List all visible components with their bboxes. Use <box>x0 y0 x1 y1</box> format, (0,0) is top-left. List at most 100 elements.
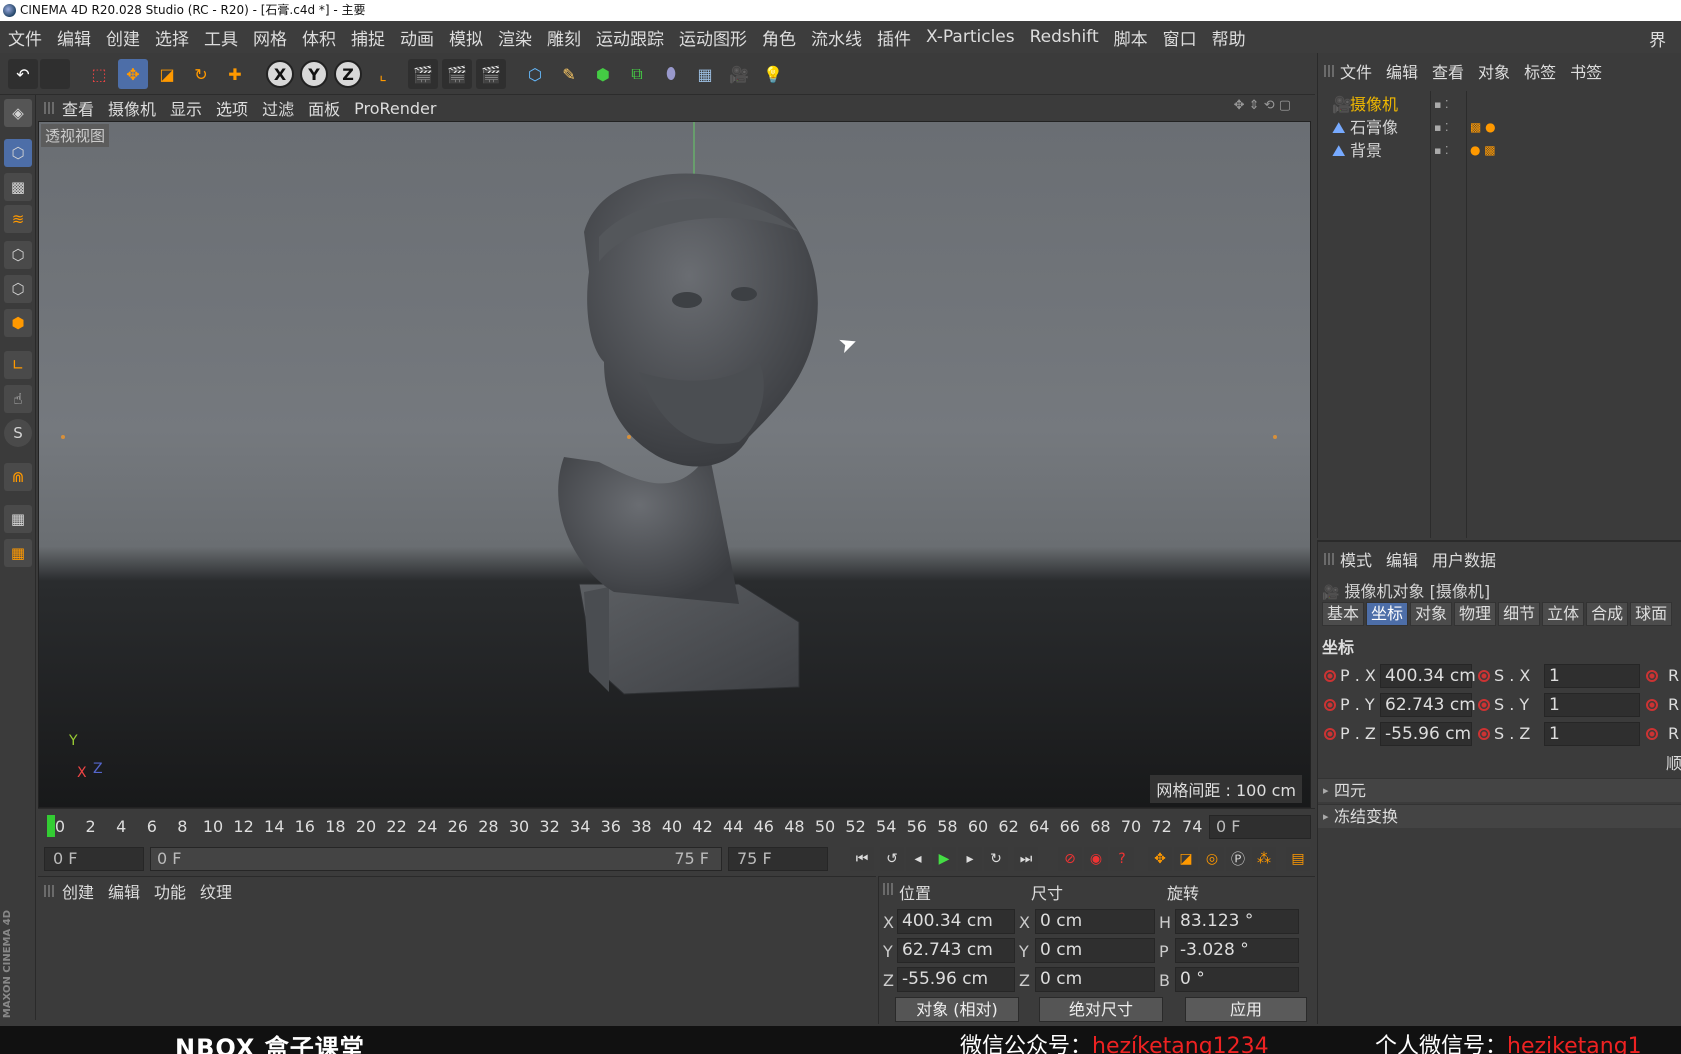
material-menu-edit[interactable]: 编辑 <box>108 879 140 903</box>
size-z-field[interactable]: 0 cm <box>1035 967 1155 992</box>
menu-file[interactable]: 文件 <box>8 25 42 50</box>
pos-x-field[interactable]: 400.34 cm <box>897 909 1015 934</box>
animate-record-icon[interactable] <box>1478 699 1490 711</box>
array-mograph-icon[interactable]: ⧉ <box>622 59 652 89</box>
rot-b-field[interactable]: 0 ° <box>1175 967 1299 992</box>
end-frame-field[interactable]: 75 F <box>728 847 828 871</box>
autokeying-icon[interactable]: ◉ <box>1084 847 1108 871</box>
snap-magnet-icon[interactable]: ⋒ <box>4 463 32 491</box>
animate-record-icon[interactable] <box>1324 699 1336 711</box>
am-menu-mode[interactable]: 模式 <box>1340 547 1372 571</box>
collapse-freeze-transform[interactable]: 冻结变换 <box>1318 804 1681 829</box>
om-menu-bookmarks[interactable]: 书签 <box>1570 59 1602 83</box>
record-scale-icon[interactable]: ◪ <box>1174 847 1198 871</box>
object-row-plaster-bust[interactable]: ⛰ 石膏像 ▪ ⁚ ▩ ● <box>1318 116 1681 139</box>
animate-record-icon[interactable] <box>1478 670 1490 682</box>
param-scale-y-field[interactable]: 1 <box>1544 693 1640 717</box>
viewport-menu-prorender[interactable]: ProRender <box>354 99 436 118</box>
play-icon[interactable]: ▶ <box>932 847 956 871</box>
perspective-viewport[interactable]: 透视视图 ➤ Y X Z 网格间距 : 100 cm <box>38 121 1311 808</box>
coordinate-system-icon[interactable]: ⌞ <box>368 59 398 89</box>
light-icon[interactable]: 💡 <box>758 59 788 89</box>
animate-record-icon[interactable] <box>1324 670 1336 682</box>
workplane-lock-icon[interactable]: ▦ <box>4 505 32 533</box>
panel-grip-icon[interactable] <box>44 885 54 897</box>
deformer-icon[interactable]: ⬮ <box>656 59 686 89</box>
tab-coordinates[interactable]: 坐标 <box>1366 602 1409 626</box>
current-frame-field[interactable]: 0 F <box>1209 815 1311 839</box>
om-menu-file[interactable]: 文件 <box>1340 59 1372 83</box>
om-menu-edit[interactable]: 编辑 <box>1386 59 1418 83</box>
planar-workplane-icon[interactable]: ▦ <box>4 539 32 567</box>
rot-p-field[interactable]: -3.028 ° <box>1175 938 1299 963</box>
menu-animate[interactable]: 动画 <box>400 25 434 50</box>
viewport-menu-cameras[interactable]: 摄像机 <box>108 96 156 120</box>
render-picture-viewer-icon[interactable]: 🎬 <box>442 59 472 89</box>
viewport-menu-view[interactable]: 查看 <box>62 96 94 120</box>
record-parameter-icon[interactable]: Ⓟ <box>1226 847 1250 871</box>
param-pos-z-field[interactable]: -55.96 cm <box>1380 722 1472 746</box>
menu-edit[interactable]: 编辑 <box>57 25 91 50</box>
param-scale-z-field[interactable]: 1 <box>1544 722 1640 746</box>
material-tag-icon[interactable]: ● ▩ <box>1470 139 1496 162</box>
menu-window[interactable]: 窗口 <box>1163 25 1197 50</box>
timeline-window-icon[interactable]: ▤ <box>1286 847 1310 871</box>
animate-record-icon[interactable] <box>1478 728 1490 740</box>
menu-render[interactable]: 渲染 <box>498 25 532 50</box>
menu-sculpt[interactable]: 雕刻 <box>547 25 581 50</box>
menu-snap[interactable]: 捕捉 <box>351 25 385 50</box>
om-menu-view[interactable]: 查看 <box>1432 59 1464 83</box>
move-icon[interactable]: ✥ <box>118 59 148 89</box>
tab-physical[interactable]: 物理 <box>1454 602 1497 626</box>
material-menu-create[interactable]: 创建 <box>62 879 94 903</box>
menu-mograph[interactable]: 运动图形 <box>679 25 747 50</box>
viewport-menu-options[interactable]: 选项 <box>216 96 248 120</box>
panel-grip-icon[interactable] <box>44 102 54 114</box>
om-menu-object[interactable]: 对象 <box>1478 59 1510 83</box>
menu-layout[interactable]: 界 <box>1649 26 1666 51</box>
record-point-level-icon[interactable]: ⁂ <box>1252 847 1276 871</box>
viewport-menu-panel[interactable]: 面板 <box>308 96 340 120</box>
lock-x-axis-icon[interactable]: X <box>266 60 294 88</box>
menu-mesh[interactable]: 网格 <box>253 25 287 50</box>
menu-character[interactable]: 角色 <box>762 25 796 50</box>
points-mode-icon[interactable]: ⬡ <box>4 241 32 269</box>
redo-icon[interactable] <box>40 59 70 89</box>
menu-pipeline[interactable]: 流水线 <box>811 25 862 50</box>
collapse-quaternion[interactable]: 四元 <box>1318 778 1681 803</box>
coordinate-mode-dropdown[interactable]: 对象 (相对) <box>895 997 1019 1022</box>
om-menu-tags[interactable]: 标签 <box>1524 59 1556 83</box>
panel-grip-icon[interactable] <box>883 883 893 895</box>
render-view-icon[interactable]: 🎬 <box>408 59 438 89</box>
tab-object[interactable]: 对象 <box>1410 602 1453 626</box>
visibility-toggle-icon[interactable]: ▪ ⁚ <box>1434 116 1448 139</box>
timeline-ruler[interactable]: 0 2 4 6 8 10 12 14 16 18 20 22 24 26 28 30 32 34 36 38 40 42 4… <box>38 808 1315 844</box>
apply-button[interactable]: 应用 <box>1185 997 1307 1022</box>
menu-help[interactable]: 帮助 <box>1212 25 1246 50</box>
size-mode-dropdown[interactable]: 绝对尺寸 <box>1039 997 1163 1022</box>
record-rotation-icon[interactable]: ◎ <box>1200 847 1224 871</box>
visibility-toggle-icon[interactable]: ▪ ⁚ <box>1434 93 1448 116</box>
axis-mode-icon[interactable]: ∟ <box>4 351 32 379</box>
live-selection-icon[interactable]: ⬚ <box>84 59 114 89</box>
tab-composition[interactable]: 合成 <box>1586 602 1629 626</box>
material-tag-icon[interactable]: ▩ ● <box>1470 116 1496 139</box>
frame-range-slider[interactable]: 0 F 75 F <box>150 847 722 871</box>
keyframe-selection-icon[interactable]: ? <box>1110 847 1134 871</box>
go-to-next-key-icon[interactable]: ↻ <box>984 847 1008 871</box>
menu-simulate[interactable]: 模拟 <box>449 25 483 50</box>
menu-motion-tracking[interactable]: 运动跟踪 <box>596 25 664 50</box>
render-settings-icon[interactable]: 🎬 <box>476 59 506 89</box>
subdivision-surface-icon[interactable]: ⬢ <box>588 59 618 89</box>
animate-record-icon[interactable] <box>1646 699 1658 711</box>
viewport-nav-icons[interactable]: ✥ ⇕ ⟲ ▢ <box>1234 98 1291 113</box>
animate-record-icon[interactable] <box>1646 728 1658 740</box>
animate-record-icon[interactable] <box>1646 670 1658 682</box>
go-to-previous-key-icon[interactable]: ↺ <box>880 847 904 871</box>
cube-object-icon[interactable]: ⬡ <box>520 59 550 89</box>
menu-tools[interactable]: 工具 <box>204 25 238 50</box>
rotate-icon[interactable]: ↻ <box>186 59 216 89</box>
viewport-menu-display[interactable]: 显示 <box>170 96 202 120</box>
menu-redshift[interactable]: Redshift <box>1030 27 1099 47</box>
visibility-toggle-icon[interactable]: ▪ ⁚ <box>1434 139 1448 162</box>
